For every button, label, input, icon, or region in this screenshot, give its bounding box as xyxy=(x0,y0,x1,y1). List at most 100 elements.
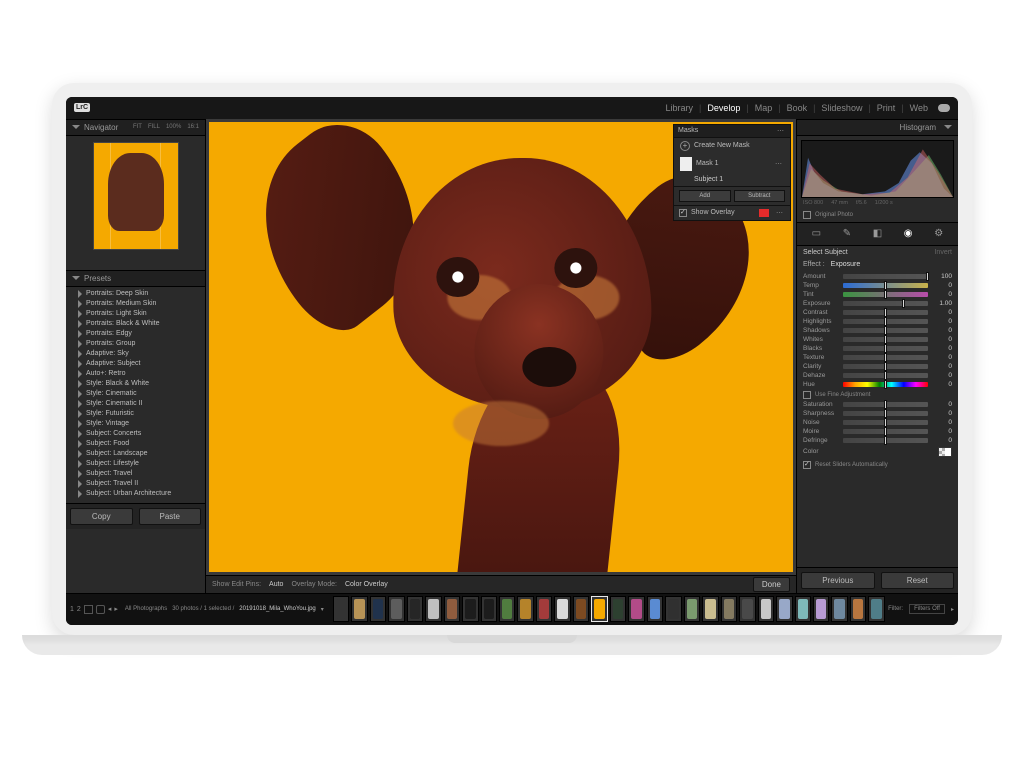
brush-tool-icon[interactable]: ✎ xyxy=(840,227,854,241)
effect-value[interactable]: Exposure xyxy=(831,261,861,268)
masks-panel[interactable]: Masks ⋯ + Create New Mask Mask 1 ⋯ xyxy=(673,124,791,221)
filmstrip-thumb[interactable] xyxy=(351,596,367,622)
slider-sharpness[interactable]: Sharpness0 xyxy=(803,409,952,418)
rect-tool-icon[interactable]: ▭ xyxy=(809,227,823,241)
module-slideshow[interactable]: Slideshow xyxy=(821,103,862,113)
mask-more-icon[interactable]: ⋯ xyxy=(775,160,784,168)
module-book[interactable]: Book xyxy=(787,103,808,113)
gear-icon[interactable]: ⚙ xyxy=(932,227,946,241)
navigator-thumbnail[interactable] xyxy=(93,142,179,250)
collection-name[interactable]: All Photographs xyxy=(125,606,167,612)
slider-defringe[interactable]: Defringe0 xyxy=(803,436,952,445)
preset-item[interactable]: Subject: Lifestyle xyxy=(70,459,205,469)
auto-reset-row[interactable]: Reset Sliders Automatically xyxy=(803,459,952,473)
paste-button[interactable]: Paste xyxy=(139,508,202,525)
filmstrip-thumb[interactable] xyxy=(444,596,460,622)
module-library[interactable]: Library xyxy=(665,103,693,113)
auto-reset-checkbox[interactable] xyxy=(803,461,811,469)
fine-adjust-checkbox[interactable] xyxy=(803,391,811,399)
presets-header[interactable]: Presets xyxy=(66,270,205,287)
slider-blacks[interactable]: Blacks0 xyxy=(803,344,952,353)
slider-dehaze[interactable]: Dehaze0 xyxy=(803,371,952,380)
color-swatch[interactable] xyxy=(938,447,952,457)
filmstrip-thumb[interactable] xyxy=(370,596,386,622)
filmstrip-thumb[interactable] xyxy=(481,596,497,622)
cloud-sync-icon[interactable] xyxy=(938,104,950,112)
zoom-FILL[interactable]: FILL xyxy=(148,124,160,130)
filmstrip-thumb[interactable] xyxy=(628,596,644,622)
filmstrip-thumb[interactable] xyxy=(684,596,700,622)
filmstrip-thumb[interactable] xyxy=(813,596,829,622)
slider-moire[interactable]: Moire0 xyxy=(803,427,952,436)
more-icon[interactable]: ⋯ xyxy=(777,127,786,135)
preset-item[interactable]: Portraits: Group xyxy=(70,339,205,349)
preset-item[interactable]: Style: Black & White xyxy=(70,379,205,389)
filmstrip-thumb[interactable] xyxy=(407,596,423,622)
navigator-body[interactable] xyxy=(66,136,205,256)
module-develop[interactable]: Develop xyxy=(707,103,740,113)
mask-add-button[interactable]: Add xyxy=(679,190,731,202)
filmstrip-thumb[interactable] xyxy=(702,596,718,622)
preset-item[interactable]: Portraits: Edgy xyxy=(70,329,205,339)
overlay-mode-value[interactable]: Color Overlay xyxy=(345,581,388,588)
histogram-header[interactable]: Histogram xyxy=(797,119,958,136)
filmstrip-thumb[interactable] xyxy=(499,596,515,622)
filmstrip-thumb[interactable] xyxy=(333,596,349,622)
filmstrip-thumb[interactable] xyxy=(721,596,737,622)
module-map[interactable]: Map xyxy=(755,103,773,113)
filmstrip-thumb[interactable] xyxy=(665,596,681,622)
preset-item[interactable]: Style: Cinematic xyxy=(70,389,205,399)
select-subject-row[interactable]: Select Subject Invert xyxy=(797,246,958,259)
show-overlay-checkbox[interactable] xyxy=(679,209,687,217)
filmstrip-thumb[interactable] xyxy=(536,596,552,622)
preset-item[interactable]: Subject: Landscape xyxy=(70,449,205,459)
slider-amount[interactable]: Amount100 xyxy=(803,272,952,281)
module-print[interactable]: Print xyxy=(877,103,896,113)
mask-subtract-button[interactable]: Subtract xyxy=(734,190,786,202)
zoom-100%[interactable]: 100% xyxy=(166,124,181,130)
zoom-FIT[interactable]: FIT xyxy=(133,124,142,130)
view-1[interactable]: 1 xyxy=(70,606,74,613)
preset-item[interactable]: Style: Cinematic II xyxy=(70,399,205,409)
slider-exposure[interactable]: Exposure1.00 xyxy=(803,299,952,308)
preset-item[interactable]: Portraits: Black & White xyxy=(70,319,205,329)
filter-lock-icon[interactable]: ▸ xyxy=(951,606,954,613)
done-button[interactable]: Done xyxy=(753,577,790,592)
histogram[interactable] xyxy=(801,140,954,198)
slider-whites[interactable]: Whites0 xyxy=(803,335,952,344)
slider-clarity[interactable]: Clarity0 xyxy=(803,362,952,371)
slider-highlights[interactable]: Highlights0 xyxy=(803,317,952,326)
slider-tint[interactable]: Tint0 xyxy=(803,290,952,299)
filmstrip-thumb[interactable] xyxy=(850,596,866,622)
view-2[interactable]: 2 xyxy=(77,606,81,613)
filmstrip-thumb[interactable] xyxy=(647,596,663,622)
filmstrip-thumb[interactable] xyxy=(573,596,589,622)
navigator-header[interactable]: Navigator FITFILL100%16:1 xyxy=(66,119,205,136)
filmstrip-thumb[interactable] xyxy=(591,596,607,622)
preset-item[interactable]: Adaptive: Subject xyxy=(70,359,205,369)
preset-item[interactable]: Subject: Concerts xyxy=(70,429,205,439)
fine-adjust-row[interactable]: Use Fine Adjustment xyxy=(803,389,952,400)
preset-item[interactable]: Auto+: Retro xyxy=(70,369,205,379)
filmstrip-thumb[interactable] xyxy=(868,596,884,622)
mask-item[interactable]: Mask 1 ⋯ xyxy=(674,154,790,174)
filmstrip-thumb[interactable] xyxy=(462,596,478,622)
filmstrip-thumb[interactable] xyxy=(795,596,811,622)
preset-item[interactable]: Adaptive: Sky xyxy=(70,349,205,359)
overlay-color-swatch[interactable] xyxy=(759,209,769,217)
filmstrip-thumb[interactable] xyxy=(517,596,533,622)
slider-contrast[interactable]: Contrast0 xyxy=(803,308,952,317)
slider-shadows[interactable]: Shadows0 xyxy=(803,326,952,335)
show-edit-pins-value[interactable]: Auto xyxy=(269,581,283,588)
filmstrip-thumb[interactable] xyxy=(554,596,570,622)
slider-temp[interactable]: Temp0 xyxy=(803,281,952,290)
preset-item[interactable]: Portraits: Medium Skin xyxy=(70,299,205,309)
previous-button[interactable]: Previous xyxy=(801,572,875,589)
preset-item[interactable]: Style: Vintage xyxy=(70,419,205,429)
linear-gradient-icon[interactable]: ◧ xyxy=(870,227,884,241)
preset-item[interactable]: Portraits: Deep Skin xyxy=(70,289,205,299)
slider-hue[interactable]: Hue0 xyxy=(803,380,952,389)
filmstrip-thumb[interactable] xyxy=(388,596,404,622)
filmstrip-thumb[interactable] xyxy=(776,596,792,622)
masks-panel-header[interactable]: Masks ⋯ xyxy=(674,125,790,138)
